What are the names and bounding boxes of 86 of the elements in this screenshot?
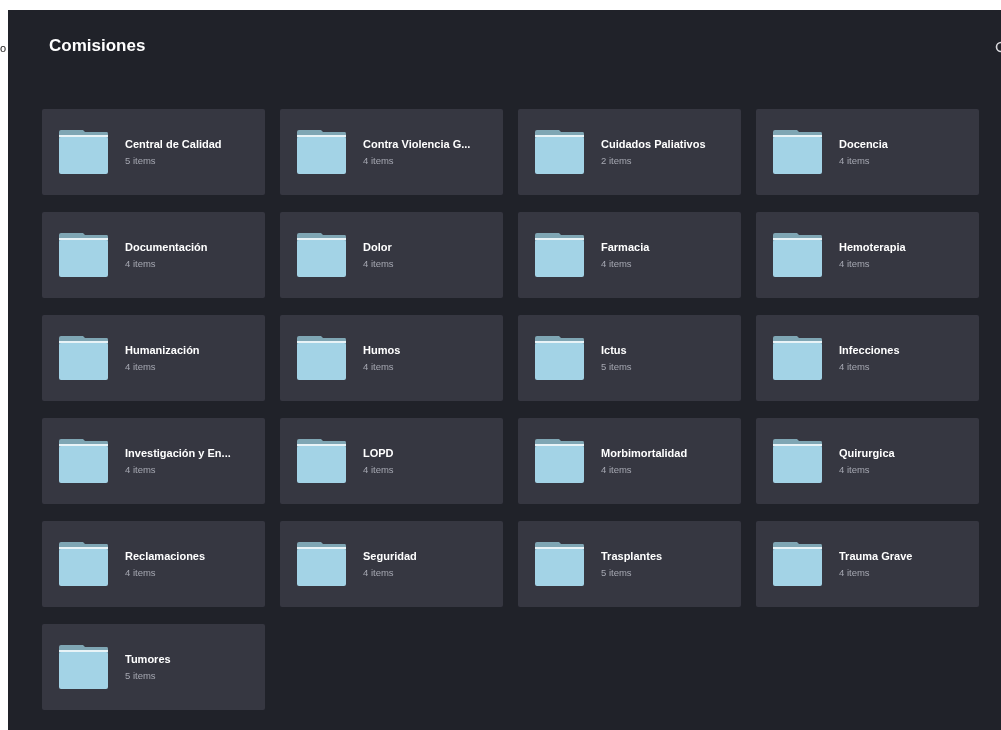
folder-name: Humos: [363, 344, 401, 356]
folder-card[interactable]: Documentación 4 items: [42, 212, 265, 298]
folder-card[interactable]: Contra Violencia G... 4 items: [280, 109, 503, 195]
folder-icon: [772, 232, 823, 278]
folder-icon: [534, 129, 585, 175]
folder-name: Tumores: [125, 653, 171, 665]
folder-card[interactable]: Farmacia 4 items: [518, 212, 741, 298]
item-count: 4 items: [363, 464, 394, 475]
folder-icon: [58, 541, 109, 587]
item-count: 4 items: [839, 464, 871, 475]
folder-name: Reclamaciones: [125, 550, 206, 562]
folder-name: Contra Violencia G...: [363, 138, 471, 150]
folder-card[interactable]: Quirurgica 4 items: [756, 418, 979, 504]
folder-name: Morbimortalidad: [601, 447, 688, 459]
folder-card[interactable]: Tumores 5 items: [42, 624, 265, 710]
item-count: 2 items: [601, 155, 633, 166]
folder-icon: [534, 541, 585, 587]
folder-card[interactable]: Central de Calidad 5 items: [42, 109, 265, 195]
folder-name: Seguridad: [363, 550, 417, 562]
folder-icon: [58, 129, 109, 175]
item-count: 5 items: [601, 567, 633, 578]
folder-name: Hemoterapia: [839, 241, 906, 253]
item-count: 4 items: [839, 361, 871, 372]
folder-name: Docencia: [839, 138, 888, 150]
folder-card[interactable]: Ictus 5 items: [518, 315, 741, 401]
folder-name: Investigación y En...: [125, 447, 231, 459]
item-count: 4 items: [125, 567, 157, 578]
folder-name: Central de Calidad: [125, 138, 222, 150]
item-count: 5 items: [125, 155, 157, 166]
item-count: 4 items: [363, 361, 395, 372]
folder-card[interactable]: Trasplantes 5 items: [518, 521, 741, 607]
folder-card[interactable]: LOPD 4 items: [280, 418, 503, 504]
item-count: 5 items: [601, 361, 632, 372]
item-count: 4 items: [363, 155, 395, 166]
folder-icon: [58, 438, 109, 484]
cropped-text: o: [0, 43, 7, 54]
folder-icon: [58, 644, 109, 690]
item-count: 4 items: [839, 258, 871, 269]
folder-card[interactable]: Hemoterapia 4 items: [756, 212, 979, 298]
folder-icon: [296, 335, 347, 381]
folder-name: Dolor: [363, 241, 393, 253]
folder-card[interactable]: Infecciones 4 items: [756, 315, 979, 401]
folder-icon: [772, 129, 823, 175]
item-count: 4 items: [601, 464, 633, 475]
folder-name: Cuidados Paliativos: [601, 138, 706, 150]
item-count: 4 items: [363, 567, 395, 578]
folder-icon: [772, 438, 823, 484]
folder-icon: [296, 129, 347, 175]
folder-card[interactable]: Investigación y En... 4 items: [42, 418, 265, 504]
folder-card[interactable]: Cuidados Paliativos 2 items: [518, 109, 741, 195]
folder-icon: [58, 335, 109, 381]
folder-name: Trauma Grave: [839, 550, 913, 562]
folder-card[interactable]: Docencia 4 items: [756, 109, 979, 195]
folder-icon: [296, 232, 347, 278]
folder-icon: [534, 438, 585, 484]
folder-icon: [772, 335, 823, 381]
folder-icon: [296, 438, 347, 484]
item-count: 4 items: [125, 464, 157, 475]
folder-icon: [534, 335, 585, 381]
folder-icon: [296, 541, 347, 587]
folder-card[interactable]: Reclamaciones 4 items: [42, 521, 265, 607]
item-count: 5 items: [125, 670, 157, 681]
page-title: Comisiones: [49, 35, 146, 56]
folder-card[interactable]: Humanización 4 items: [42, 315, 265, 401]
item-count: 4 items: [125, 361, 157, 372]
folder-card[interactable]: Seguridad 4 items: [280, 521, 503, 607]
folder-name: Farmacia: [601, 241, 650, 253]
folder-name: Quirurgica: [839, 447, 895, 459]
folder-icon: [772, 541, 823, 587]
folder-card[interactable]: Morbimortalidad 4 items: [518, 418, 741, 504]
folder-name: Humanización: [125, 344, 200, 356]
item-count: 4 items: [363, 258, 394, 269]
item-count: 4 items: [839, 567, 871, 578]
folder-card[interactable]: Dolor 4 items: [280, 212, 503, 298]
folder-card[interactable]: Humos 4 items: [280, 315, 503, 401]
folder-icon: [58, 232, 109, 278]
folder-name: Trasplantes: [601, 550, 663, 562]
folder-card[interactable]: Trauma Grave 4 items: [756, 521, 979, 607]
folder-name: Ictus: [601, 344, 628, 356]
item-count: 4 items: [601, 258, 633, 269]
item-count: 4 items: [839, 155, 871, 166]
item-count: 4 items: [125, 258, 157, 269]
folder-name: LOPD: [363, 447, 394, 459]
folder-icon: [534, 232, 585, 278]
folder-name: Documentación: [125, 241, 208, 253]
folder-name: Infecciones: [839, 344, 900, 356]
